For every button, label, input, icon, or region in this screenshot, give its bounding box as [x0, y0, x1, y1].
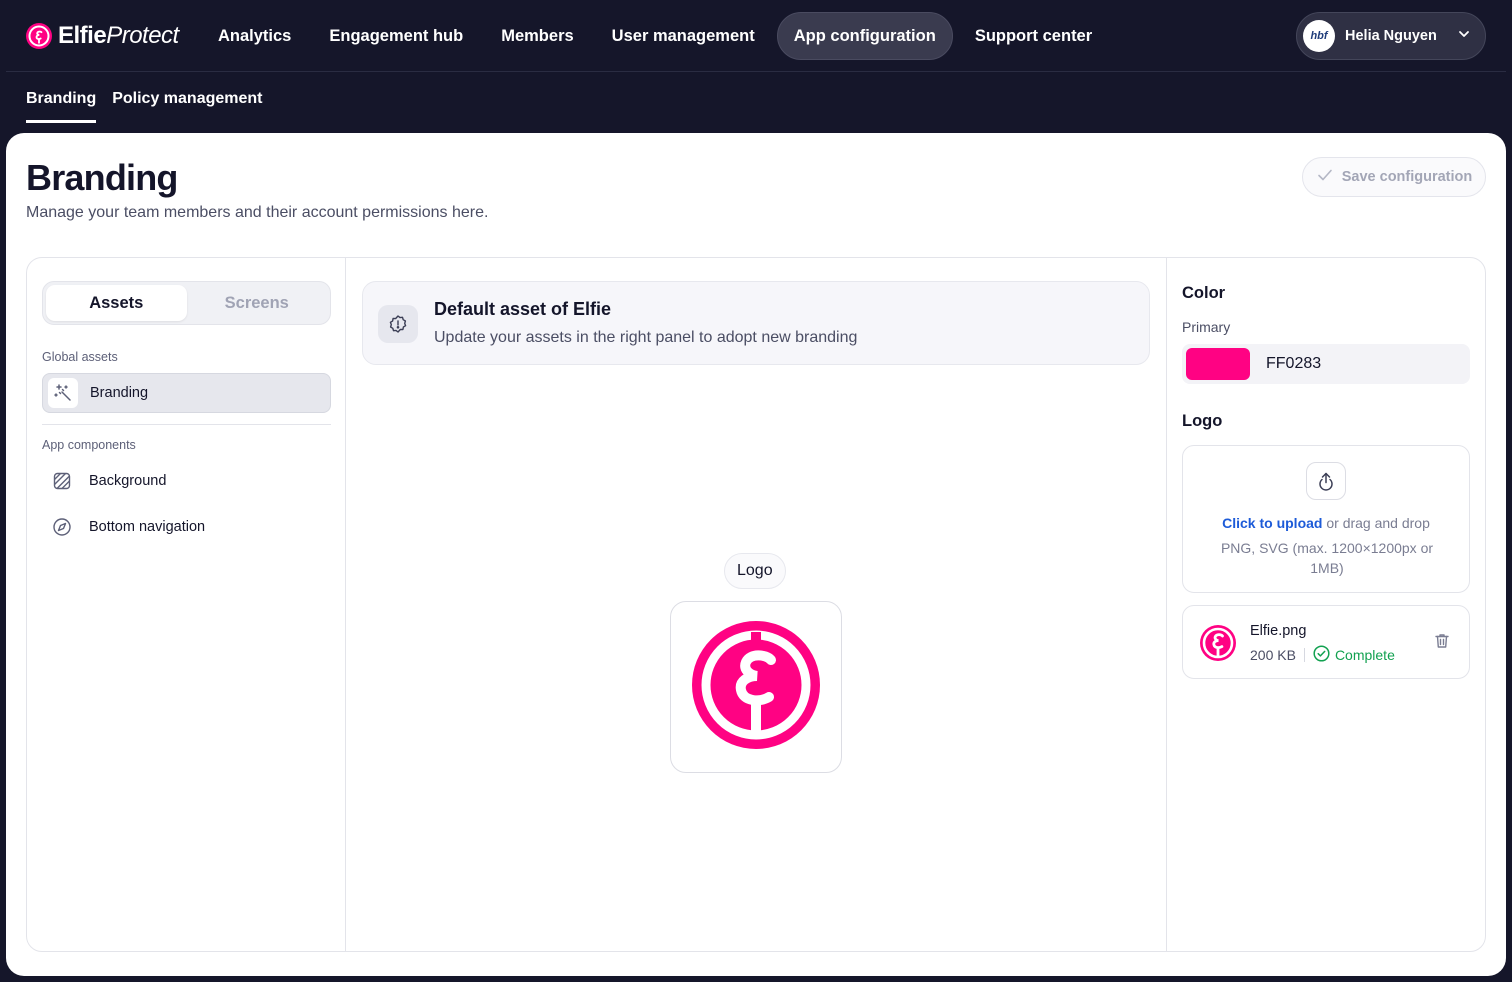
nav-engagement-hub[interactable]: Engagement hub	[313, 12, 479, 60]
sidebar-divider	[42, 424, 331, 425]
upload-status-label: Complete	[1334, 647, 1395, 663]
elfie-logo-icon	[26, 23, 52, 49]
check-icon	[1316, 166, 1334, 188]
magic-wand-icon	[48, 378, 78, 408]
main-panel: Branding Manage your team members and th…	[6, 133, 1506, 976]
file-thumbnail	[1199, 624, 1237, 667]
save-configuration-button[interactable]: Save configuration	[1302, 157, 1486, 197]
info-badge-icon	[378, 305, 418, 343]
logo-upload-dropzone[interactable]: Click to upload or drag and drop PNG, SV…	[1182, 445, 1470, 593]
banner-title: Default asset of Elfie	[434, 299, 612, 319]
upload-status: Complete	[1313, 645, 1395, 665]
compass-icon	[47, 512, 77, 542]
elfie-logo-icon	[691, 620, 821, 755]
asset-sidebar: Assets Screens Global assets Branding Ap…	[27, 258, 346, 951]
nav-support-center[interactable]: Support center	[959, 12, 1108, 60]
primary-color-label: Primary	[1182, 319, 1231, 335]
global-assets-heading: Global assets	[42, 350, 118, 364]
click-to-upload-link[interactable]: Click to upload	[1222, 515, 1322, 531]
page-title: Branding	[26, 157, 178, 198]
top-bar: ElfieProtect Analytics Engagement hub Me…	[6, 0, 1506, 72]
user-name: Helia Nguyen	[1345, 28, 1437, 44]
segment-screens[interactable]: Screens	[187, 285, 328, 321]
primary-color-swatch[interactable]	[1186, 348, 1250, 380]
branding-workspace: Assets Screens Global assets Branding Ap…	[26, 257, 1486, 952]
user-menu[interactable]: hbf Helia Nguyen	[1296, 12, 1486, 60]
file-size: 200 KB	[1250, 647, 1296, 663]
tab-branding[interactable]: Branding	[26, 90, 97, 123]
sidebar-item-background[interactable]: Background	[42, 461, 331, 501]
sidebar-item-label: Branding	[90, 385, 149, 401]
upload-instructions-rest: or drag and drop	[1322, 515, 1430, 531]
page-subtitle: Manage your team members and their accou…	[26, 204, 489, 221]
default-asset-banner: Default asset of Elfie Update your asset…	[362, 281, 1150, 365]
logo-heading: Logo	[1182, 412, 1223, 430]
file-meta: 200 KB Complete	[1250, 645, 1395, 665]
pattern-icon	[47, 466, 77, 496]
chevron-down-icon	[1457, 27, 1471, 46]
brand-name-light: Protect	[106, 22, 179, 49]
primary-color-hex[interactable]: FF0283	[1266, 355, 1321, 373]
preview-panel: Default asset of Elfie Update your asset…	[346, 258, 1167, 951]
segment-assets[interactable]: Assets	[46, 285, 187, 321]
main-nav: Analytics Engagement hub Members User ma…	[202, 12, 1108, 60]
banner-subtitle: Update your assets in the right panel to…	[434, 329, 858, 346]
logo-preview	[670, 601, 842, 773]
sidebar-item-bottom-navigation[interactable]: Bottom navigation	[42, 507, 331, 547]
avatar: hbf	[1303, 20, 1335, 52]
save-configuration-label: Save configuration	[1341, 169, 1473, 185]
settings-panel: Color Primary FF0283 Logo Click to uploa…	[1167, 258, 1485, 951]
assets-screens-toggle: Assets Screens	[42, 281, 331, 325]
check-circle-icon	[1313, 645, 1330, 665]
brand-name-bold: Elfie	[58, 22, 107, 49]
color-heading: Color	[1182, 284, 1226, 302]
app-components-heading: App components	[42, 438, 136, 452]
sidebar-item-label: Bottom navigation	[89, 519, 206, 535]
sidebar-item-branding[interactable]: Branding	[42, 373, 331, 413]
nav-members[interactable]: Members	[485, 12, 589, 60]
nav-app-configuration[interactable]: App configuration	[776, 12, 953, 60]
trash-icon[interactable]	[1433, 632, 1451, 655]
uploaded-file-item: Elfie.png 200 KB Complete	[1182, 605, 1470, 679]
meta-divider	[1303, 648, 1305, 662]
tab-policy-management[interactable]: Policy management	[112, 90, 262, 123]
upload-instructions: Click to upload or drag and drop	[1183, 515, 1469, 531]
primary-color-field[interactable]: FF0283	[1182, 344, 1470, 384]
file-name: Elfie.png	[1250, 623, 1307, 639]
upload-hint: PNG, SVG (max. 1200×1200px or 1MB)	[1220, 540, 1434, 576]
brand-logo[interactable]: ElfieProtect	[26, 22, 179, 50]
sub-tabs: Branding Policy management	[26, 90, 263, 123]
nav-analytics[interactable]: Analytics	[202, 12, 307, 60]
logo-preview-label: Logo	[724, 553, 786, 589]
sidebar-item-label: Background	[89, 473, 167, 489]
upload-icon	[1306, 462, 1346, 500]
nav-user-management[interactable]: User management	[596, 12, 771, 60]
